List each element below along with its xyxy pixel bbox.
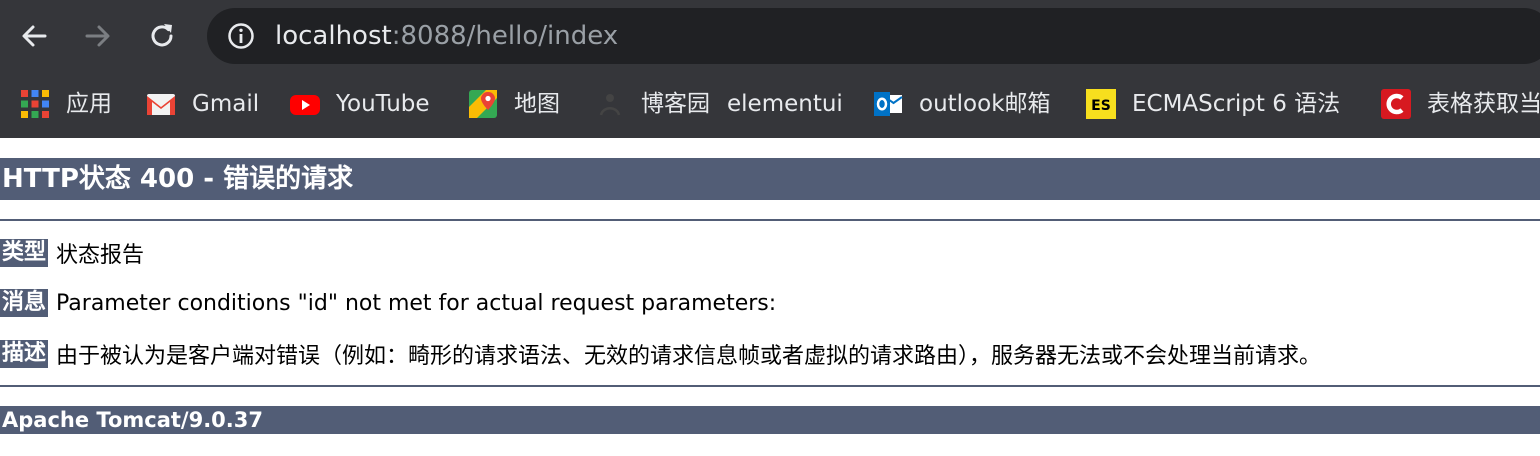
- bookmark-label: YouTube: [336, 91, 430, 117]
- bookmark-table[interactable]: 表格获取当: [1381, 84, 1540, 124]
- bookmark-label: 应用: [66, 91, 112, 117]
- c-logo-icon: [1381, 89, 1411, 119]
- server-footer: Apache Tomcat/9.0.37: [0, 406, 1540, 434]
- forward-button[interactable]: [78, 16, 118, 56]
- description-row: 描述 由于被认为是客户端对错误（例如：畸形的请求语法、无效的请求信息帧或者虚拟的…: [0, 340, 1322, 369]
- browser-toolbar: localhost:8088/hello/index: [0, 0, 1540, 72]
- bookmark-label: 博客园: [641, 91, 710, 117]
- reload-button[interactable]: [142, 16, 182, 56]
- error-page: HTTP状态 400 - 错误的请求 类型 状态报告 消息 Parameter …: [0, 138, 1540, 456]
- divider-top: [0, 219, 1540, 221]
- youtube-icon: [290, 95, 320, 115]
- bookmark-label: 表格获取当: [1427, 91, 1540, 117]
- type-label: 类型: [0, 239, 49, 267]
- url-text: localhost:8088/hello/index: [275, 21, 618, 51]
- message-value: Parameter conditions "id" not met for ac…: [56, 290, 777, 316]
- type-row: 类型 状态报告: [0, 239, 145, 268]
- bookmark-outlook[interactable]: outlook邮箱: [873, 84, 1051, 124]
- reload-icon: [151, 24, 173, 47]
- bookmark-label: outlook邮箱: [919, 91, 1051, 117]
- bookmarks-bar: 应用 Gmail YouTube 地图 博客园 elementui outloo…: [0, 72, 1540, 138]
- bookmark-apps[interactable]: 应用: [20, 84, 112, 124]
- divider-bottom: [0, 385, 1540, 387]
- arrow-left-icon: [22, 25, 47, 47]
- bookmark-elementui[interactable]: elementui: [727, 84, 843, 124]
- address-bar[interactable]: localhost:8088/hello/index: [207, 8, 1540, 64]
- outlook-icon: [874, 92, 903, 116]
- url-path: :8088/hello/index: [391, 21, 619, 51]
- page-title: HTTP状态 400 - 错误的请求: [0, 158, 1540, 200]
- apps-grid-icon: [21, 90, 49, 118]
- bookmark-ecmascript[interactable]: ES ECMAScript 6 语法: [1086, 84, 1340, 124]
- message-label: 消息: [0, 289, 49, 317]
- info-circle-icon[interactable]: [227, 22, 255, 50]
- type-value: 状态报告: [56, 243, 145, 268]
- back-button[interactable]: [14, 16, 54, 56]
- es-icon: ES: [1086, 89, 1116, 119]
- description-label: 描述: [0, 340, 49, 368]
- bookmark-label: elementui: [727, 91, 843, 117]
- message-row: 消息 Parameter conditions "id" not met for…: [0, 289, 776, 317]
- description-value: 由于被认为是客户端对错误（例如：畸形的请求语法、无效的请求信息帧或者虚拟的请求路…: [56, 344, 1322, 369]
- bookmark-label: ECMAScript 6 语法: [1132, 91, 1341, 117]
- bookmark-cnblogs[interactable]: 博客园: [595, 84, 710, 124]
- bookmark-label: 地图: [514, 91, 560, 117]
- bookmark-label: Gmail: [192, 91, 260, 117]
- bookmark-gmail[interactable]: Gmail: [146, 84, 259, 124]
- gmail-icon: [147, 94, 175, 115]
- maps-icon: [469, 90, 497, 118]
- browser-chrome: localhost:8088/hello/index 应用 Gmail YouT: [0, 0, 1540, 138]
- svg-text:ES: ES: [1091, 98, 1111, 114]
- url-host: localhost: [275, 21, 392, 51]
- arrow-right-icon: [85, 25, 110, 47]
- bookmark-youtube[interactable]: YouTube: [290, 84, 430, 124]
- blog-icon: [599, 94, 621, 116]
- bookmark-maps[interactable]: 地图: [468, 84, 560, 124]
